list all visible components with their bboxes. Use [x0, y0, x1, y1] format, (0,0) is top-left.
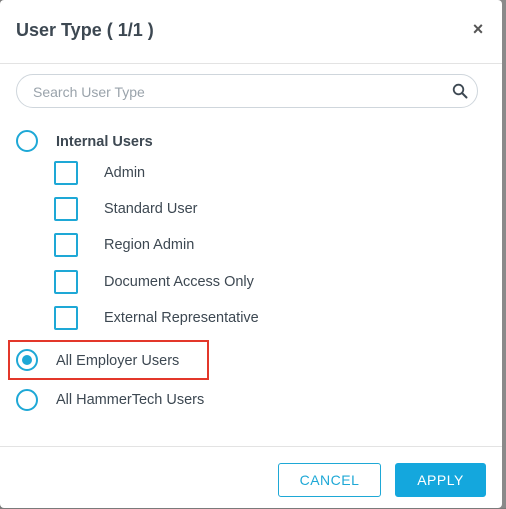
checkbox-region-admin[interactable] [54, 233, 78, 257]
checkbox-label: Region Admin [104, 237, 195, 253]
search-box [16, 74, 478, 109]
radio-internal-users[interactable] [16, 130, 38, 152]
dialog-footer: CANCEL APPLY [0, 446, 502, 509]
apply-button[interactable]: APPLY [395, 463, 486, 497]
checkbox-external-representative[interactable] [54, 306, 78, 330]
checkbox-admin[interactable] [54, 161, 78, 185]
checkbox-label: External Representative [104, 310, 259, 326]
radio-all-employer-users[interactable] [16, 349, 38, 371]
radio-all-hammertech-users[interactable] [16, 389, 38, 411]
user-type-dialog: User Type ( 1/1 ) × Internal Users Admin… [0, 0, 502, 508]
dialog-header: User Type ( 1/1 ) × [0, 0, 502, 64]
option-label: All HammerTech Users [56, 392, 205, 408]
search-input[interactable] [31, 75, 445, 109]
search-icon[interactable] [452, 83, 468, 99]
dialog-title: User Type ( 1/1 ) [16, 20, 154, 40]
checkbox-label: Standard User [104, 201, 198, 217]
checkbox-document-access-only[interactable] [54, 270, 78, 294]
checkbox-standard-user[interactable] [54, 197, 78, 221]
close-icon[interactable]: × [470, 18, 486, 40]
checkbox-label: Admin [104, 165, 146, 181]
checkbox-label: Document Access Only [104, 274, 254, 290]
option-label: Internal Users [56, 134, 153, 150]
cancel-button[interactable]: CANCEL [278, 463, 381, 497]
option-label: All Employer Users [56, 353, 180, 369]
